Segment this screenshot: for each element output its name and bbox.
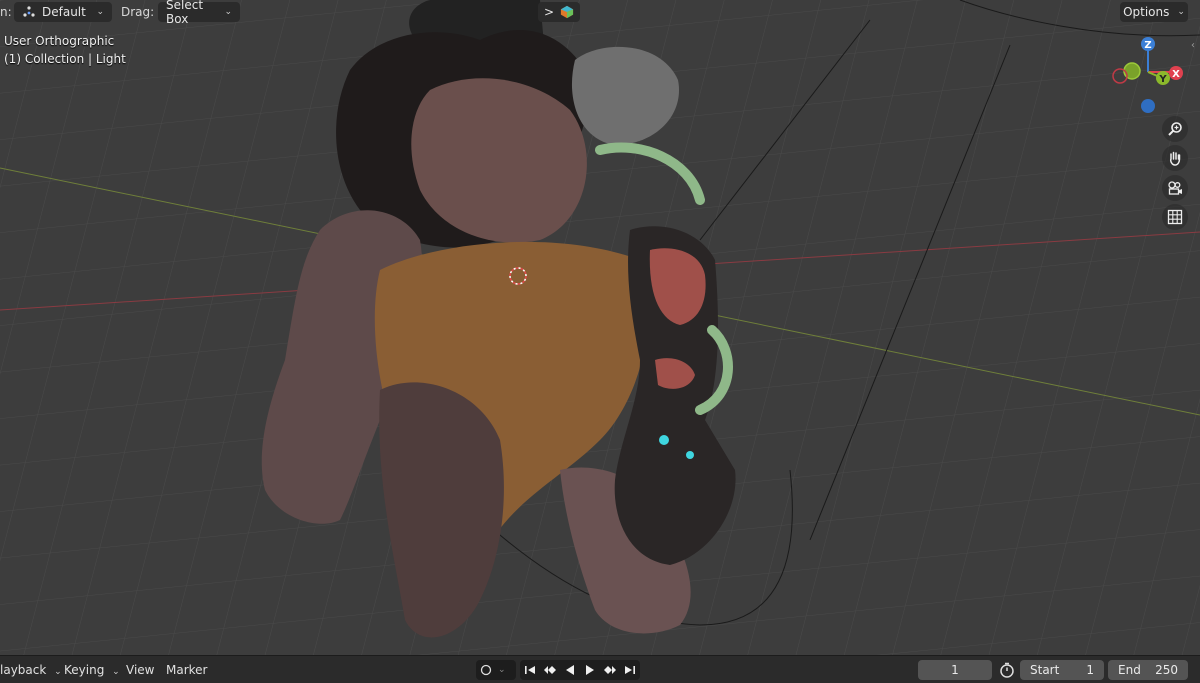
play-icon: [586, 665, 594, 675]
end-frame-field[interactable]: End 250: [1108, 660, 1188, 680]
toggle-perspective-button[interactable]: [1162, 204, 1188, 230]
pan-button[interactable]: [1162, 145, 1188, 171]
end-frame-value: 250: [1155, 663, 1178, 677]
options-label: Options: [1123, 5, 1170, 19]
navigation-gizmo[interactable]: Z Y X: [1108, 34, 1188, 118]
gem-2: [686, 451, 694, 459]
mode-label: n:: [0, 5, 12, 19]
play-reverse-icon: [566, 665, 574, 675]
prev-keyframe-icon: [544, 666, 556, 674]
auto-keying-toggle[interactable]: ⌄: [476, 660, 516, 680]
gizmo-x-label: X: [1172, 69, 1180, 80]
jump-start-icon: [525, 666, 535, 674]
marker-menu[interactable]: Marker: [166, 663, 207, 677]
grid-icon: [1167, 209, 1183, 225]
jump-to-end-button[interactable]: [620, 660, 640, 680]
gizmo-y-label: Y: [1158, 74, 1167, 85]
editor-expand-button[interactable]: >: [538, 2, 580, 22]
jump-end-icon: [625, 666, 635, 674]
gizmo-z-label: Z: [1144, 40, 1151, 51]
pivot-icon: [23, 6, 35, 17]
zoom-icon: [1168, 122, 1182, 136]
3d-viewport[interactable]: n: Default ⌄ Drag: Select Box ⌄ > Option…: [0, 0, 1200, 655]
render-engine-icon: [560, 5, 574, 19]
sidebar-toggle-icon[interactable]: ‹: [1191, 40, 1195, 51]
gizmo-neg-z-axis[interactable]: [1141, 99, 1155, 113]
jump-to-keyframe-next-button[interactable]: [600, 660, 620, 680]
current-frame-field[interactable]: 1: [918, 660, 992, 680]
chevron-down-icon: ⌄: [54, 667, 62, 677]
view-menu[interactable]: View: [126, 663, 154, 677]
start-frame-label: Start: [1030, 663, 1060, 677]
pivot-label: Default: [42, 5, 86, 19]
select-box-dropdown[interactable]: Select Box ⌄: [158, 0, 240, 26]
stopwatch-icon[interactable]: [998, 661, 1016, 682]
jump-to-keyframe-prev-button[interactable]: [540, 660, 560, 680]
playback-menu[interactable]: layback ⌄: [0, 663, 62, 677]
collection-info: (1) Collection | Light: [4, 52, 126, 66]
chevron-right-icon: >: [544, 5, 555, 19]
view-name: User Orthographic: [4, 34, 115, 48]
pivot-dropdown[interactable]: Default ⌄: [14, 2, 112, 22]
keying-menu[interactable]: Keying ⌄: [64, 663, 120, 677]
chevron-down-icon: ⌄: [498, 665, 506, 675]
play-reverse-button[interactable]: [560, 660, 580, 680]
keying-menu-label: Keying: [64, 663, 105, 677]
zoom-button[interactable]: [1162, 116, 1188, 142]
select-box-label: Select Box: [166, 0, 204, 26]
record-icon: [476, 660, 496, 680]
gem-1: [659, 435, 669, 445]
play-button[interactable]: [580, 660, 600, 680]
playback-controls: [520, 660, 640, 680]
current-frame-value: 1: [951, 663, 959, 677]
hand-pan-icon: [1170, 151, 1181, 166]
playback-menu-label: layback: [0, 663, 47, 677]
timeline-header: layback ⌄ Keying ⌄ View Marker ⌄ 1 Start…: [0, 655, 1200, 683]
drag-label: Drag:: [121, 5, 155, 19]
chevron-down-icon: ⌄: [1177, 7, 1185, 17]
options-dropdown[interactable]: Options ⌄: [1120, 2, 1188, 22]
chevron-down-icon: ⌄: [112, 667, 120, 677]
start-frame-value: 1: [1086, 663, 1094, 677]
start-frame-field[interactable]: Start 1: [1020, 660, 1104, 680]
chevron-down-icon: ⌄: [224, 7, 232, 17]
next-keyframe-icon: [604, 666, 616, 674]
camera-view-button[interactable]: [1162, 175, 1188, 201]
scene-render: [0, 0, 1200, 655]
end-frame-label: End: [1118, 663, 1141, 677]
jump-to-start-button[interactable]: [520, 660, 540, 680]
camera-icon: [1168, 181, 1182, 195]
chevron-down-icon: ⌄: [96, 7, 104, 17]
